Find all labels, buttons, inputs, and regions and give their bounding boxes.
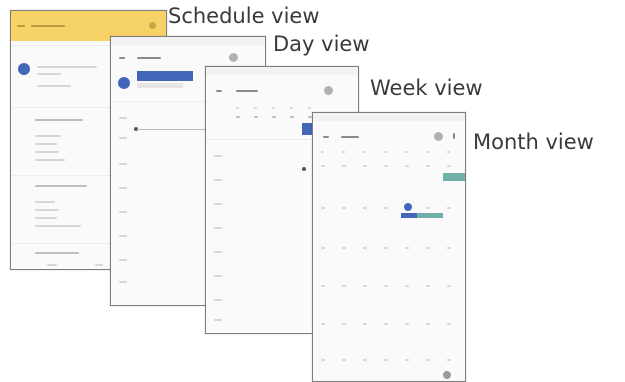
schedule-date-badge (18, 63, 30, 75)
schedule-section-heading-3 (35, 252, 79, 254)
week-now-indicator (302, 167, 306, 171)
label-schedule-view: Schedule view (168, 4, 320, 28)
month-status-bar (313, 113, 465, 121)
month-event-teal[interactable] (443, 173, 465, 181)
label-week-view: Week view (370, 76, 483, 100)
week-month-title (236, 90, 258, 92)
schedule-header-menu[interactable] (17, 25, 25, 27)
schedule-section-heading (35, 119, 83, 121)
label-month-view: Month view (473, 130, 594, 154)
day-event-block-2[interactable] (137, 83, 183, 88)
month-selected-day[interactable] (404, 203, 412, 211)
day-date-badge (118, 77, 130, 89)
month-overflow-icon[interactable] (453, 133, 455, 139)
month-today-icon[interactable] (434, 132, 443, 141)
month-menu-icon[interactable] (323, 136, 329, 138)
schedule-header-title (31, 25, 65, 27)
day-menu-icon[interactable] (119, 57, 125, 59)
month-title (341, 136, 359, 138)
month-fab-icon[interactable] (443, 371, 451, 379)
day-event-block[interactable] (137, 71, 193, 81)
month-view-screen (312, 112, 466, 382)
day-status-bar (111, 37, 265, 45)
month-event-blue[interactable] (401, 213, 417, 218)
week-today-icon[interactable] (324, 86, 333, 95)
schedule-today-icon[interactable] (149, 22, 156, 29)
schedule-event[interactable] (37, 66, 97, 68)
month-event-teal-2[interactable] (417, 213, 443, 218)
day-month-title (137, 57, 161, 59)
label-day-view: Day view (273, 32, 370, 56)
week-menu-icon[interactable] (216, 90, 222, 92)
day-today-icon[interactable] (229, 53, 238, 62)
schedule-section-heading-2 (35, 185, 87, 187)
week-status-bar (206, 67, 358, 75)
